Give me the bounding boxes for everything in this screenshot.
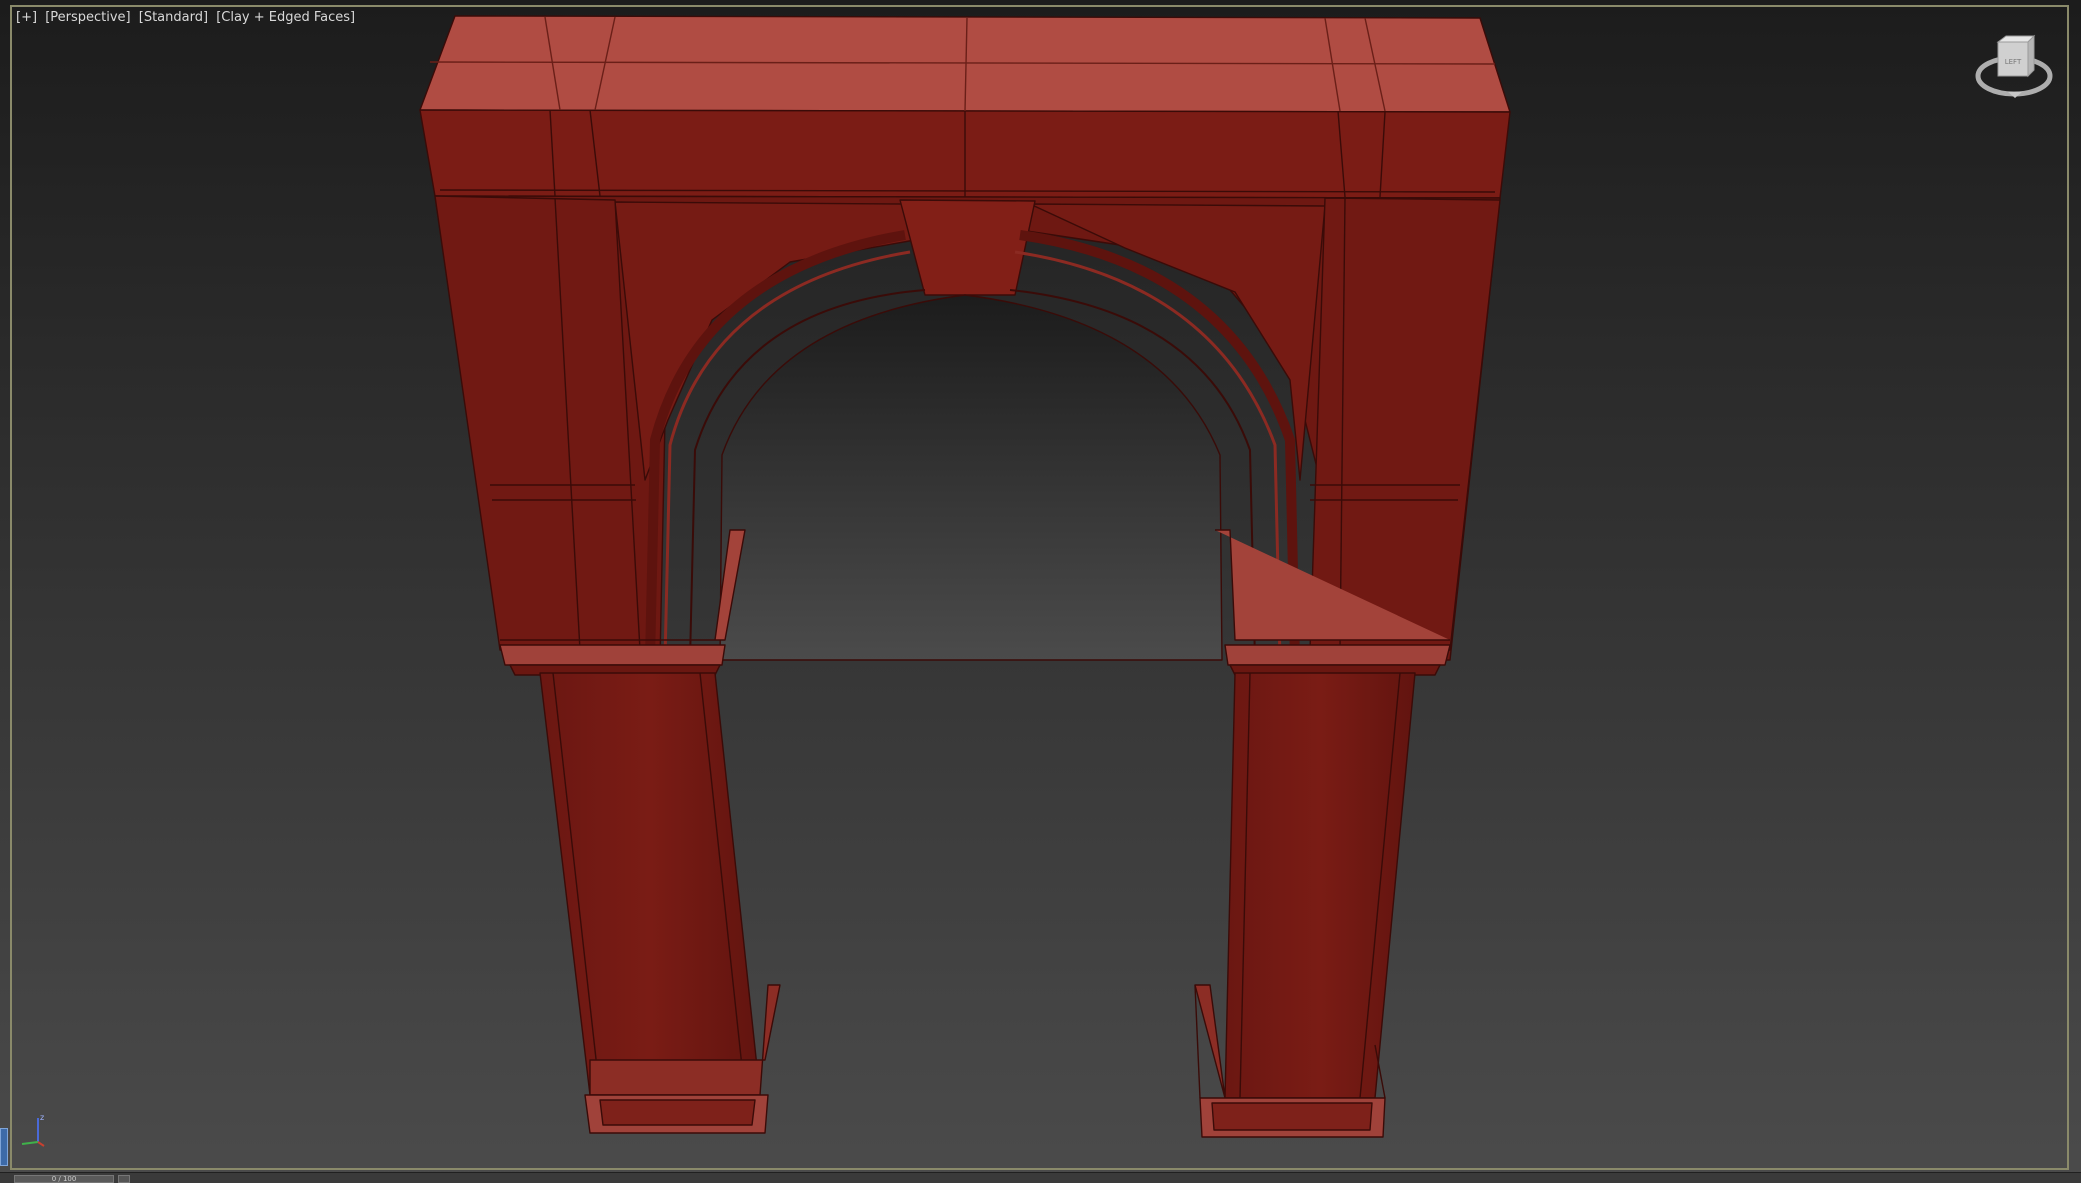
viewport-scene bbox=[0, 0, 2081, 1183]
viewport-shading-menu[interactable]: [Clay + Edged Faces] bbox=[216, 10, 355, 25]
time-slider[interactable]: 0 / 100 bbox=[14, 1175, 114, 1183]
perspective-viewport[interactable]: [+] [Perspective] [Standard] [Clay + Edg… bbox=[0, 0, 2081, 1183]
viewport-label-menu[interactable]: [+] [Perspective] [Standard] [Clay + Edg… bbox=[16, 10, 359, 25]
viewcube-icon[interactable]: LEFT bbox=[1968, 32, 2060, 112]
viewport-standard-menu[interactable]: [Standard] bbox=[139, 10, 208, 25]
viewcube-face-label: LEFT bbox=[2005, 58, 2022, 66]
viewport-general-menu[interactable]: [+] bbox=[16, 10, 37, 25]
axis-tripod-icon: z bbox=[16, 1112, 56, 1152]
viewport-point-of-view-menu[interactable]: [Perspective] bbox=[45, 10, 130, 25]
time-slider-next-button[interactable] bbox=[118, 1175, 130, 1183]
axis-z-label: z bbox=[40, 1113, 44, 1122]
status-strip bbox=[0, 1172, 2081, 1183]
side-panel-tab[interactable] bbox=[0, 1128, 8, 1166]
